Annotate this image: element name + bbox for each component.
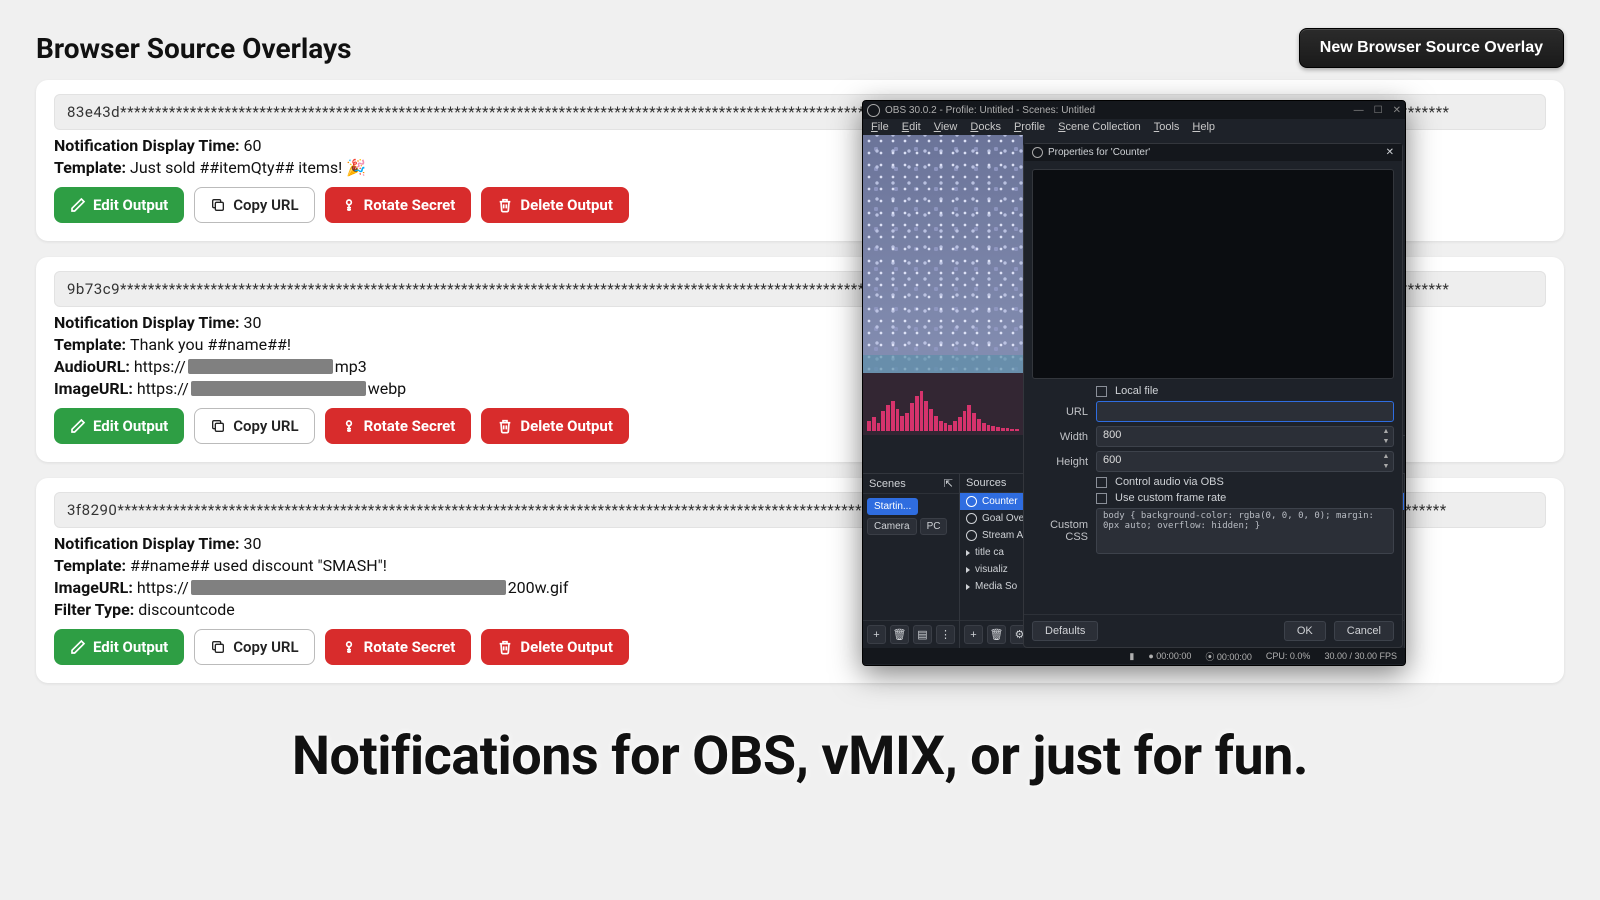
height-input[interactable]: 600 ▲▼ <box>1096 451 1394 472</box>
edit-output-button[interactable]: Edit Output <box>54 408 184 444</box>
expand-icon <box>966 567 970 573</box>
cancel-button[interactable]: Cancel <box>1334 621 1394 641</box>
status-signal-icon: ▮ <box>1129 651 1134 662</box>
menu-item-scene-collection[interactable]: Scene Collection <box>1058 121 1141 133</box>
delete-output-button[interactable]: Delete Output <box>481 408 629 444</box>
source-name: Media So <box>975 581 1017 592</box>
control-audio-label: Control audio via OBS <box>1115 476 1224 488</box>
tagline: Notifications for OBS, vMIX, or just for… <box>0 725 1600 788</box>
scene-remove-button[interactable]: 🗑 <box>890 625 909 644</box>
properties-dialog: Properties for 'Counter' ✕ Local file UR… <box>1023 143 1403 648</box>
local-file-label: Local file <box>1115 385 1158 397</box>
url-label: URL <box>1032 406 1088 418</box>
custom-css-label: Custom CSS <box>1032 519 1088 543</box>
delete-output-button[interactable]: Delete Output <box>481 187 629 223</box>
scene-button[interactable]: Camera <box>867 518 917 535</box>
source-name: Counter <box>982 496 1018 507</box>
menu-item-help[interactable]: Help <box>1192 121 1215 133</box>
custom-fps-checkbox[interactable] <box>1096 493 1107 504</box>
status-rec-time: 00:00:00 <box>1156 651 1191 661</box>
minimize-button[interactable]: — <box>1354 105 1364 116</box>
menu-item-docks[interactable]: Docks <box>970 121 1001 133</box>
edit-output-button[interactable]: Edit Output <box>54 629 184 665</box>
menu-item-edit[interactable]: Edit <box>902 121 921 133</box>
obs-window: OBS 30.0.2 - Profile: Untitled - Scenes:… <box>862 100 1406 666</box>
custom-fps-label: Use custom frame rate <box>1115 492 1226 504</box>
source-remove-button[interactable]: 🗑 <box>987 625 1006 644</box>
source-name: Stream A <box>982 530 1023 541</box>
globe-icon <box>966 513 977 524</box>
menu-item-view[interactable]: View <box>934 121 958 133</box>
source-add-button[interactable]: + <box>964 625 983 644</box>
scenes-label: Scenes <box>869 478 906 490</box>
ok-button[interactable]: OK <box>1284 621 1326 641</box>
properties-close-button[interactable]: ✕ <box>1386 147 1394 158</box>
globe-icon <box>966 530 977 541</box>
rotate-secret-button[interactable]: Rotate Secret <box>325 408 472 444</box>
obs-logo-icon <box>867 104 880 117</box>
delete-output-button[interactable]: Delete Output <box>481 629 629 665</box>
scene-filter-button[interactable]: ▤ <box>913 625 932 644</box>
status-cpu: CPU: 0.0% <box>1266 651 1311 661</box>
control-audio-checkbox[interactable] <box>1096 477 1107 488</box>
custom-css-input[interactable]: body { background-color: rgba(0, 0, 0, 0… <box>1096 508 1394 554</box>
close-button[interactable]: ✕ <box>1393 105 1401 116</box>
edit-output-button[interactable]: Edit Output <box>54 187 184 223</box>
status-fps: 30.00 / 30.00 FPS <box>1324 651 1397 661</box>
obs-preview[interactable] <box>863 135 1023 435</box>
local-file-checkbox[interactable] <box>1096 386 1107 397</box>
page-title: Browser Source Overlays <box>36 32 352 65</box>
obs-title: OBS 30.0.2 - Profile: Untitled - Scenes:… <box>885 105 1095 116</box>
copy-url-button[interactable]: Copy URL <box>194 408 314 444</box>
globe-icon <box>966 496 977 507</box>
defaults-button[interactable]: Defaults <box>1032 621 1098 641</box>
source-name: Goal Ove <box>982 513 1024 524</box>
copy-url-button[interactable]: Copy URL <box>194 187 314 223</box>
menu-item-file[interactable]: File <box>871 121 889 133</box>
rotate-secret-button[interactable]: Rotate Secret <box>325 187 472 223</box>
scene-button[interactable]: Startin... <box>867 498 918 515</box>
width-input[interactable]: 800 ▲▼ <box>1096 426 1394 447</box>
menu-item-tools[interactable]: Tools <box>1154 121 1180 133</box>
play-icon <box>966 584 970 590</box>
scene-more-button[interactable]: ⋮ <box>936 625 955 644</box>
width-label: Width <box>1032 431 1088 443</box>
expand-icon <box>966 550 970 556</box>
dialog-icon <box>1032 147 1043 158</box>
properties-title: Properties for 'Counter' <box>1048 147 1150 158</box>
copy-url-button[interactable]: Copy URL <box>194 629 314 665</box>
scene-add-button[interactable]: + <box>867 625 886 644</box>
height-label: Height <box>1032 456 1088 468</box>
scene-button[interactable]: PC <box>920 518 948 535</box>
menu-item-profile[interactable]: Profile <box>1014 121 1045 133</box>
properties-preview <box>1032 169 1394 379</box>
url-input[interactable] <box>1096 401 1394 422</box>
new-overlay-button[interactable]: New Browser Source Overlay <box>1299 28 1564 68</box>
source-name: title ca <box>975 547 1004 558</box>
status-stream-time: 00:00:00 <box>1217 652 1252 662</box>
maximize-button[interactable]: ☐ <box>1374 105 1383 116</box>
scenes-popout-icon[interactable]: ⇱ <box>944 477 953 490</box>
sources-label: Sources <box>966 477 1006 489</box>
rotate-secret-button[interactable]: Rotate Secret <box>325 629 472 665</box>
source-name: visualiz <box>975 564 1008 575</box>
